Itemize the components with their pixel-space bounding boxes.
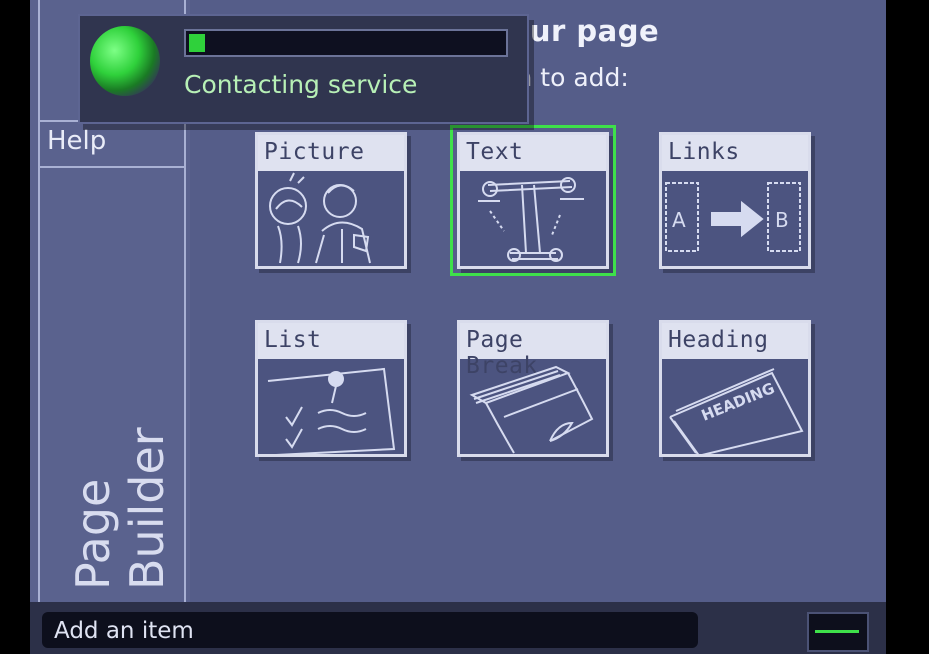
tile-header: Page Break: [460, 323, 606, 379]
picture-icon: [269, 172, 371, 264]
tile-header: Links: [662, 135, 808, 171]
tile-label: Links: [668, 139, 740, 165]
app-screen: Help Page Builder your page m to add: Pi…: [30, 0, 886, 654]
sidebar-divider: [38, 166, 186, 168]
tile-label: Text: [466, 139, 524, 165]
popup-status-text: Contacting service: [184, 70, 418, 99]
tile-heading[interactable]: Heading HEADING: [659, 320, 811, 457]
tile-text[interactable]: Text: [450, 125, 616, 276]
sidebar-border: [38, 0, 40, 602]
activity-indicator: [807, 612, 869, 652]
connection-progress-bar: [184, 29, 508, 57]
tile-label: Heading: [668, 327, 769, 353]
tile-header: Picture: [258, 135, 404, 171]
heading-icon: HEADING: [669, 368, 804, 454]
sidebar-item-help[interactable]: Help: [47, 126, 106, 156]
tile-header: Text: [460, 135, 606, 171]
activity-indicator-line: [815, 630, 859, 633]
svg-text:A: A: [672, 208, 686, 232]
status-text: Add an item: [54, 618, 194, 644]
svg-text:Page: Page: [66, 479, 120, 590]
tile-label: Picture: [264, 139, 365, 165]
tile-list[interactable]: List: [255, 320, 407, 457]
tile-page-break[interactable]: Page Break: [457, 320, 609, 457]
page-builder-logo: Page Builder: [66, 427, 174, 590]
tile-label: List: [264, 327, 322, 353]
status-field: Add an item: [42, 612, 698, 648]
tile-header: Heading: [662, 323, 808, 359]
connection-popup: Contacting service: [78, 14, 529, 124]
page-break-icon: [469, 365, 594, 454]
svg-text:Builder: Builder: [120, 427, 174, 590]
svg-text:HEADING: HEADING: [699, 379, 777, 425]
progress-fill: [189, 34, 205, 52]
tile-links[interactable]: Links A B: [659, 132, 811, 269]
text-icon: [478, 177, 584, 262]
tile-picture[interactable]: Picture: [255, 132, 407, 269]
list-icon: [267, 367, 396, 454]
status-orb-icon: [90, 26, 160, 96]
svg-text:B: B: [775, 208, 789, 232]
bottom-bar: Add an item: [30, 602, 886, 654]
links-icon: A B: [665, 182, 801, 252]
tile-header: List: [258, 323, 404, 359]
